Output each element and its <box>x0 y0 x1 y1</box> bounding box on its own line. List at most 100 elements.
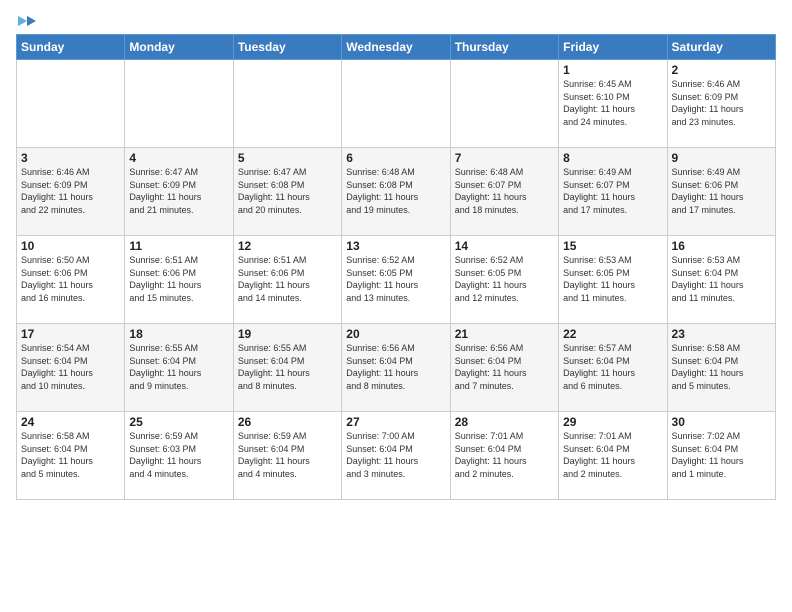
day-info: Sunrise: 6:52 AMSunset: 6:05 PMDaylight:… <box>455 254 554 304</box>
day-info: Sunrise: 6:58 AMSunset: 6:04 PMDaylight:… <box>21 430 120 480</box>
day-info: Sunrise: 6:50 AMSunset: 6:06 PMDaylight:… <box>21 254 120 304</box>
day-cell: 2Sunrise: 6:46 AMSunset: 6:09 PMDaylight… <box>667 60 775 148</box>
day-cell: 20Sunrise: 6:56 AMSunset: 6:04 PMDayligh… <box>342 324 450 412</box>
day-number: 14 <box>455 239 554 253</box>
day-cell: 9Sunrise: 6:49 AMSunset: 6:06 PMDaylight… <box>667 148 775 236</box>
day-cell: 30Sunrise: 7:02 AMSunset: 6:04 PMDayligh… <box>667 412 775 500</box>
day-number: 25 <box>129 415 228 429</box>
day-number: 21 <box>455 327 554 341</box>
weekday-header-sunday: Sunday <box>17 35 125 60</box>
day-cell: 21Sunrise: 6:56 AMSunset: 6:04 PMDayligh… <box>450 324 558 412</box>
day-number: 7 <box>455 151 554 165</box>
day-number: 13 <box>346 239 445 253</box>
logo-icon <box>18 14 36 28</box>
day-cell: 3Sunrise: 6:46 AMSunset: 6:09 PMDaylight… <box>17 148 125 236</box>
weekday-header-monday: Monday <box>125 35 233 60</box>
day-cell: 16Sunrise: 6:53 AMSunset: 6:04 PMDayligh… <box>667 236 775 324</box>
day-number: 27 <box>346 415 445 429</box>
day-cell: 4Sunrise: 6:47 AMSunset: 6:09 PMDaylight… <box>125 148 233 236</box>
day-cell: 10Sunrise: 6:50 AMSunset: 6:06 PMDayligh… <box>17 236 125 324</box>
day-number: 4 <box>129 151 228 165</box>
day-number: 5 <box>238 151 337 165</box>
day-cell: 24Sunrise: 6:58 AMSunset: 6:04 PMDayligh… <box>17 412 125 500</box>
day-info: Sunrise: 6:58 AMSunset: 6:04 PMDaylight:… <box>672 342 771 392</box>
day-cell: 25Sunrise: 6:59 AMSunset: 6:03 PMDayligh… <box>125 412 233 500</box>
day-info: Sunrise: 6:53 AMSunset: 6:05 PMDaylight:… <box>563 254 662 304</box>
day-cell <box>125 60 233 148</box>
day-info: Sunrise: 6:55 AMSunset: 6:04 PMDaylight:… <box>129 342 228 392</box>
day-number: 29 <box>563 415 662 429</box>
day-number: 1 <box>563 63 662 77</box>
day-info: Sunrise: 6:53 AMSunset: 6:04 PMDaylight:… <box>672 254 771 304</box>
day-info: Sunrise: 6:48 AMSunset: 6:07 PMDaylight:… <box>455 166 554 216</box>
day-number: 23 <box>672 327 771 341</box>
calendar: SundayMondayTuesdayWednesdayThursdayFrid… <box>16 34 776 500</box>
day-cell: 11Sunrise: 6:51 AMSunset: 6:06 PMDayligh… <box>125 236 233 324</box>
day-info: Sunrise: 6:51 AMSunset: 6:06 PMDaylight:… <box>129 254 228 304</box>
day-info: Sunrise: 7:02 AMSunset: 6:04 PMDaylight:… <box>672 430 771 480</box>
day-number: 17 <box>21 327 120 341</box>
day-number: 11 <box>129 239 228 253</box>
day-number: 26 <box>238 415 337 429</box>
day-cell: 12Sunrise: 6:51 AMSunset: 6:06 PMDayligh… <box>233 236 341 324</box>
day-number: 28 <box>455 415 554 429</box>
day-number: 2 <box>672 63 771 77</box>
day-cell: 27Sunrise: 7:00 AMSunset: 6:04 PMDayligh… <box>342 412 450 500</box>
day-info: Sunrise: 6:49 AMSunset: 6:07 PMDaylight:… <box>563 166 662 216</box>
day-number: 24 <box>21 415 120 429</box>
day-cell: 5Sunrise: 6:47 AMSunset: 6:08 PMDaylight… <box>233 148 341 236</box>
day-info: Sunrise: 7:00 AMSunset: 6:04 PMDaylight:… <box>346 430 445 480</box>
day-info: Sunrise: 6:47 AMSunset: 6:09 PMDaylight:… <box>129 166 228 216</box>
day-number: 12 <box>238 239 337 253</box>
day-info: Sunrise: 6:45 AMSunset: 6:10 PMDaylight:… <box>563 78 662 128</box>
day-info: Sunrise: 6:49 AMSunset: 6:06 PMDaylight:… <box>672 166 771 216</box>
day-info: Sunrise: 6:55 AMSunset: 6:04 PMDaylight:… <box>238 342 337 392</box>
day-info: Sunrise: 6:56 AMSunset: 6:04 PMDaylight:… <box>346 342 445 392</box>
day-number: 20 <box>346 327 445 341</box>
day-info: Sunrise: 6:46 AMSunset: 6:09 PMDaylight:… <box>21 166 120 216</box>
day-info: Sunrise: 6:56 AMSunset: 6:04 PMDaylight:… <box>455 342 554 392</box>
day-number: 9 <box>672 151 771 165</box>
day-cell: 8Sunrise: 6:49 AMSunset: 6:07 PMDaylight… <box>559 148 667 236</box>
week-row-1: 1Sunrise: 6:45 AMSunset: 6:10 PMDaylight… <box>17 60 776 148</box>
day-cell: 22Sunrise: 6:57 AMSunset: 6:04 PMDayligh… <box>559 324 667 412</box>
day-number: 10 <box>21 239 120 253</box>
day-info: Sunrise: 6:59 AMSunset: 6:04 PMDaylight:… <box>238 430 337 480</box>
logo <box>16 10 36 28</box>
week-row-5: 24Sunrise: 6:58 AMSunset: 6:04 PMDayligh… <box>17 412 776 500</box>
day-info: Sunrise: 7:01 AMSunset: 6:04 PMDaylight:… <box>455 430 554 480</box>
weekday-header-friday: Friday <box>559 35 667 60</box>
day-cell: 13Sunrise: 6:52 AMSunset: 6:05 PMDayligh… <box>342 236 450 324</box>
page: SundayMondayTuesdayWednesdayThursdayFrid… <box>0 0 792 510</box>
day-cell: 28Sunrise: 7:01 AMSunset: 6:04 PMDayligh… <box>450 412 558 500</box>
day-cell: 23Sunrise: 6:58 AMSunset: 6:04 PMDayligh… <box>667 324 775 412</box>
week-row-2: 3Sunrise: 6:46 AMSunset: 6:09 PMDaylight… <box>17 148 776 236</box>
weekday-header-row: SundayMondayTuesdayWednesdayThursdayFrid… <box>17 35 776 60</box>
weekday-header-thursday: Thursday <box>450 35 558 60</box>
day-cell: 19Sunrise: 6:55 AMSunset: 6:04 PMDayligh… <box>233 324 341 412</box>
day-cell <box>233 60 341 148</box>
day-cell: 15Sunrise: 6:53 AMSunset: 6:05 PMDayligh… <box>559 236 667 324</box>
day-info: Sunrise: 6:59 AMSunset: 6:03 PMDaylight:… <box>129 430 228 480</box>
day-info: Sunrise: 6:57 AMSunset: 6:04 PMDaylight:… <box>563 342 662 392</box>
day-number: 19 <box>238 327 337 341</box>
day-cell: 6Sunrise: 6:48 AMSunset: 6:08 PMDaylight… <box>342 148 450 236</box>
header <box>16 10 776 28</box>
day-cell <box>342 60 450 148</box>
day-cell: 7Sunrise: 6:48 AMSunset: 6:07 PMDaylight… <box>450 148 558 236</box>
weekday-header-saturday: Saturday <box>667 35 775 60</box>
day-number: 22 <box>563 327 662 341</box>
day-number: 8 <box>563 151 662 165</box>
day-info: Sunrise: 6:52 AMSunset: 6:05 PMDaylight:… <box>346 254 445 304</box>
day-cell: 26Sunrise: 6:59 AMSunset: 6:04 PMDayligh… <box>233 412 341 500</box>
day-number: 18 <box>129 327 228 341</box>
day-info: Sunrise: 7:01 AMSunset: 6:04 PMDaylight:… <box>563 430 662 480</box>
day-info: Sunrise: 6:51 AMSunset: 6:06 PMDaylight:… <box>238 254 337 304</box>
day-cell <box>450 60 558 148</box>
day-cell <box>17 60 125 148</box>
day-info: Sunrise: 6:46 AMSunset: 6:09 PMDaylight:… <box>672 78 771 128</box>
day-number: 6 <box>346 151 445 165</box>
day-number: 30 <box>672 415 771 429</box>
day-info: Sunrise: 6:47 AMSunset: 6:08 PMDaylight:… <box>238 166 337 216</box>
day-cell: 1Sunrise: 6:45 AMSunset: 6:10 PMDaylight… <box>559 60 667 148</box>
